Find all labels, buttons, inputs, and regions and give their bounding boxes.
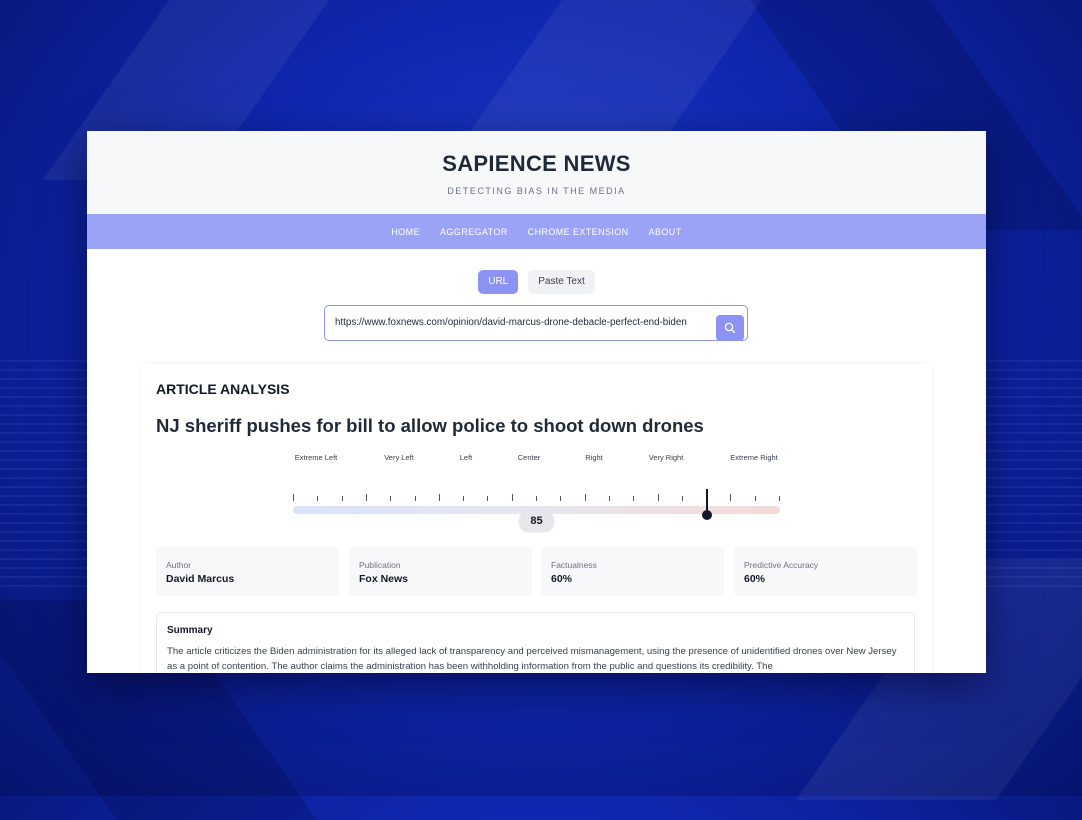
- scale-tick: [682, 496, 683, 501]
- info-value: 60%: [744, 573, 766, 585]
- scale-tick: [536, 496, 537, 501]
- article-analysis-card: ARTICLE ANALYSIS NJ sheriff pushes for b…: [141, 364, 932, 673]
- scale-tick: [560, 496, 561, 501]
- info-card-factualness: Factualness 60%: [541, 547, 724, 596]
- section-title: ARTICLE ANALYSIS: [156, 381, 290, 397]
- scale-tick: [609, 496, 610, 501]
- site-header: SAPIENCE NEWS DETECTING BIAS IN THE MEDI…: [87, 131, 986, 214]
- info-value: 60%: [551, 573, 573, 585]
- info-card-predictive-accuracy: Predictive Accuracy 60%: [734, 547, 917, 596]
- paste-text-mode-button[interactable]: Paste Text: [528, 270, 595, 294]
- bias-label-extreme-right: Extreme Right: [730, 453, 778, 462]
- scale-tick: [585, 494, 586, 501]
- summary-title: Summary: [167, 625, 213, 636]
- nav-aggregator[interactable]: AGGREGATOR: [440, 227, 508, 237]
- site-tagline: DETECTING BIAS IN THE MEDIA: [447, 186, 626, 196]
- bias-score-badge: 85: [519, 511, 554, 531]
- info-label: Publication: [359, 560, 401, 570]
- url-search-box: https://www.foxnews.com/opinion/david-ma…: [324, 305, 748, 341]
- input-mode-toggle: URL Paste Text: [87, 270, 986, 294]
- bias-label-center: Center: [517, 453, 541, 462]
- scale-tick: [730, 494, 731, 501]
- summary-text: The article criticizes the Biden adminis…: [167, 646, 897, 672]
- bias-label-left: Left: [459, 453, 473, 462]
- info-label: Factualness: [551, 560, 597, 570]
- scale-tick: [317, 496, 318, 501]
- scale-tick: [342, 496, 343, 501]
- scale-tick: [755, 496, 756, 501]
- bias-marker-dot: [701, 510, 712, 520]
- bias-label-extreme-left: Extreme Left: [294, 453, 338, 462]
- bias-label-very-right: Very Right: [648, 453, 684, 462]
- scale-tick: [633, 496, 634, 501]
- scale-tick: [439, 494, 440, 501]
- search-button[interactable]: [716, 315, 744, 341]
- bias-label-right: Right: [585, 453, 603, 462]
- scale-tick: [658, 494, 659, 501]
- article-title: NJ sheriff pushes for bill to allow poli…: [156, 415, 704, 436]
- main-nav: HOME AGGREGATOR CHROME EXTENSION ABOUT: [87, 214, 986, 249]
- scale-tick: [463, 496, 464, 501]
- app-window: SAPIENCE NEWS DETECTING BIAS IN THE MEDI…: [87, 131, 986, 673]
- bias-scale-labels: Extreme Left Very Left Left Center Right…: [141, 453, 932, 465]
- info-label: Predictive Accuracy: [744, 560, 819, 570]
- info-card-publication: Publication Fox News: [349, 547, 532, 596]
- info-value: Fox News: [359, 573, 409, 585]
- summary-box: Summary The article criticizes the Biden…: [156, 612, 915, 673]
- search-icon: [724, 322, 736, 334]
- scale-tick: [390, 496, 391, 501]
- url-mode-button[interactable]: URL: [478, 270, 519, 294]
- scale-tick: [415, 496, 416, 501]
- scale-tick: [366, 494, 367, 501]
- nav-chrome-extension[interactable]: CHROME EXTENSION: [528, 227, 629, 237]
- url-input[interactable]: https://www.foxnews.com/opinion/david-ma…: [335, 306, 717, 339]
- info-card-author: Author David Marcus: [156, 547, 339, 596]
- bias-label-very-left: Very Left: [384, 453, 414, 462]
- info-value: David Marcus: [166, 573, 235, 585]
- info-label: Author: [166, 560, 192, 570]
- site-brand[interactable]: SAPIENCE NEWS: [87, 131, 986, 177]
- scale-tick: [512, 494, 513, 501]
- nav-about[interactable]: ABOUT: [649, 227, 682, 237]
- nav-home[interactable]: HOME: [391, 227, 420, 237]
- scale-tick: [779, 496, 780, 501]
- scale-tick: [293, 494, 294, 501]
- scale-tick: [487, 496, 488, 501]
